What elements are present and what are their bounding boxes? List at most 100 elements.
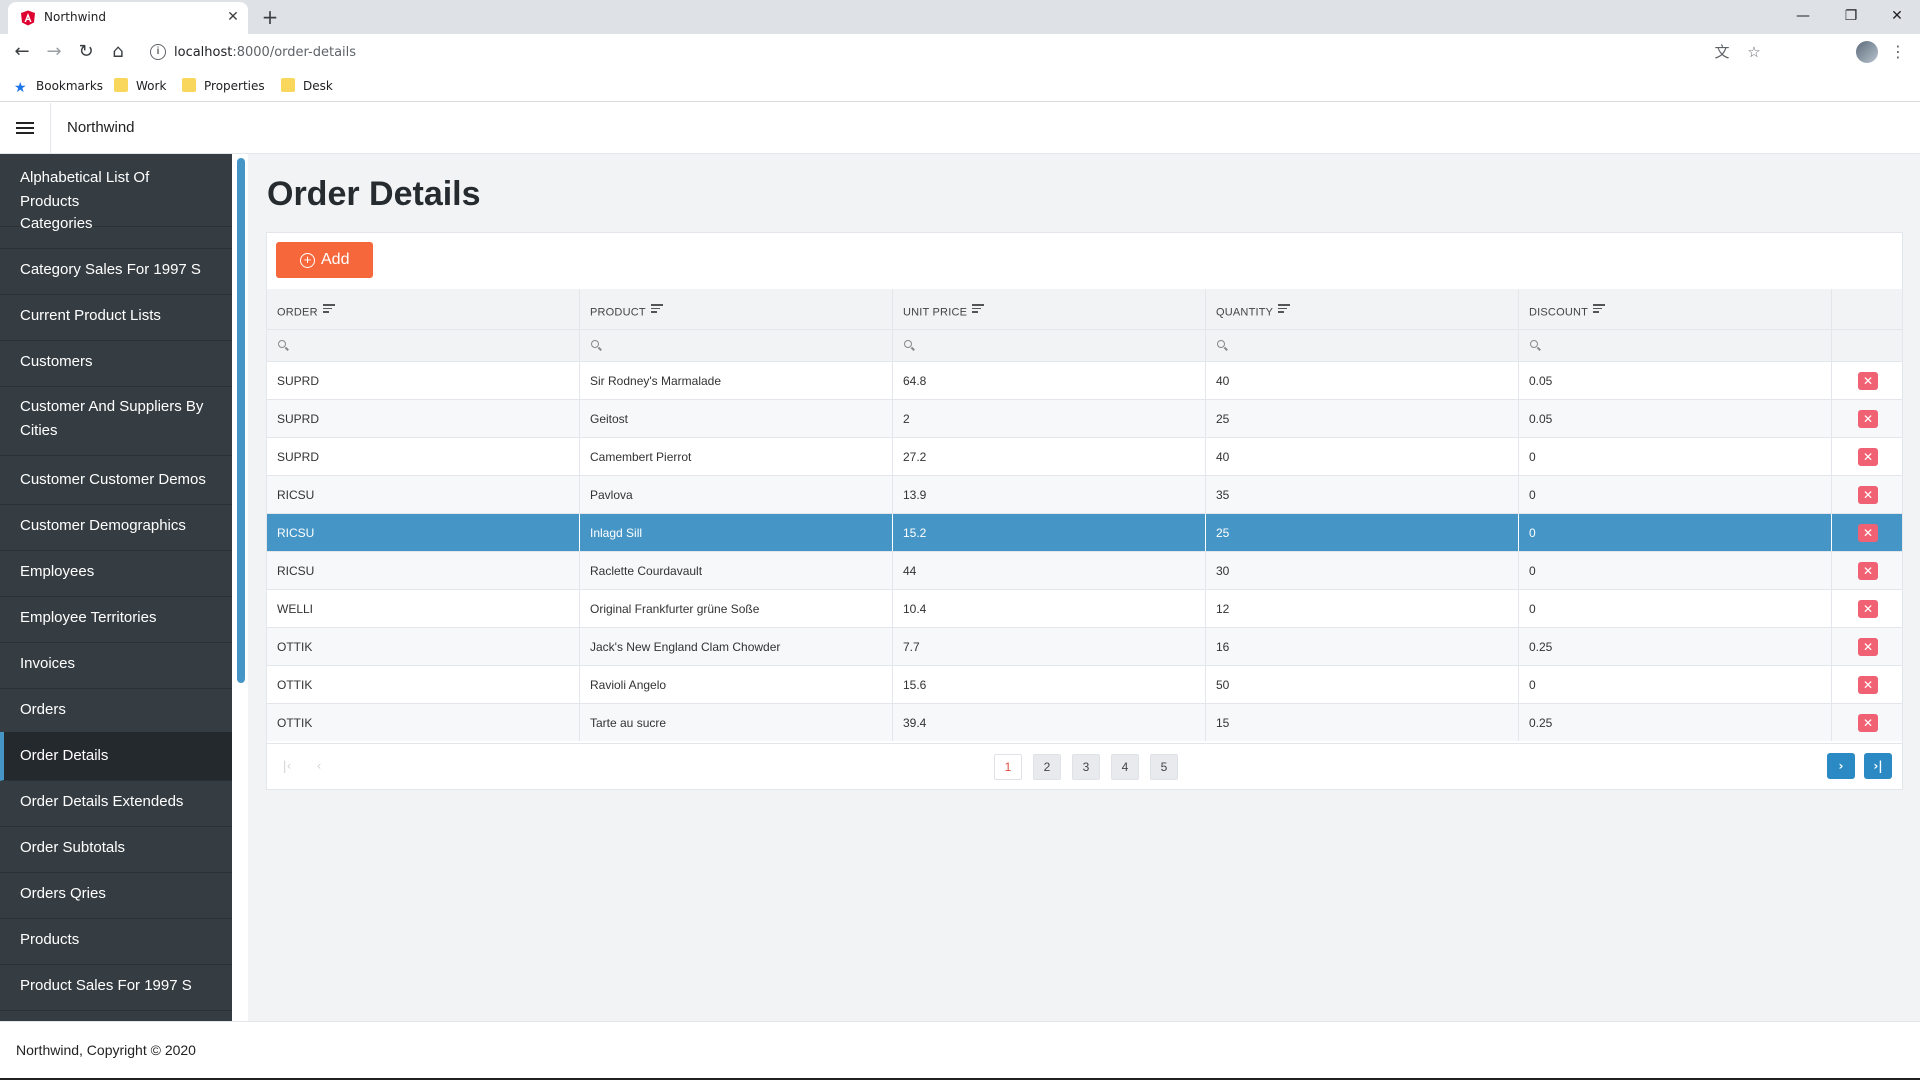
- sidebar-item[interactable]: Orders: [0, 686, 232, 735]
- sidebar-item[interactable]: Order Subtotals: [0, 824, 232, 873]
- browser-menu-icon[interactable]: ⋮: [1888, 40, 1908, 64]
- cell-unit-price[interactable]: 27.2: [893, 438, 1206, 475]
- cell-product[interactable]: Sir Rodney's Marmalade: [580, 362, 893, 399]
- cell-order[interactable]: OTTIK: [267, 666, 580, 703]
- address-bar[interactable]: i localhost:8000/order-details 文 ☆: [140, 38, 1780, 66]
- bookmark-star-icon[interactable]: ☆: [1744, 42, 1764, 62]
- cell-discount[interactable]: 0: [1519, 476, 1832, 513]
- cell-discount[interactable]: 0: [1519, 514, 1832, 551]
- cell-discount[interactable]: 0: [1519, 552, 1832, 589]
- cell-unit-price[interactable]: 44: [893, 552, 1206, 589]
- window-close-icon[interactable]: ✕: [1874, 4, 1920, 30]
- bookmark-properties[interactable]: Properties: [182, 78, 265, 94]
- sidebar-item[interactable]: Categories: [0, 200, 232, 249]
- tab-close-icon[interactable]: ✕: [224, 8, 242, 26]
- table-row[interactable]: RICSU Raclette Courdavault 44 30 0 ✕: [267, 551, 1902, 589]
- table-row[interactable]: RICSU Pavlova 13.9 35 0 ✕: [267, 475, 1902, 513]
- forward-icon[interactable]: →: [42, 40, 66, 64]
- table-row[interactable]: OTTIK Jack's New England Clam Chowder 7.7 1…: [267, 627, 1902, 665]
- cell-quantity[interactable]: 30: [1206, 552, 1519, 589]
- last-page-icon[interactable]: ›|: [1864, 753, 1892, 779]
- cell-quantity[interactable]: 50: [1206, 666, 1519, 703]
- home-icon[interactable]: ⌂: [106, 40, 130, 64]
- cell-discount[interactable]: 0: [1519, 438, 1832, 475]
- site-info-icon[interactable]: i: [150, 44, 166, 60]
- table-row[interactable]: SUPRD Sir Rodney's Marmalade 64.8 40 0.05 ✕: [267, 361, 1902, 399]
- sidebar-item[interactable]: Employee Territories: [0, 594, 232, 643]
- cell-discount[interactable]: 0: [1519, 590, 1832, 627]
- cell-unit-price[interactable]: 10.4: [893, 590, 1206, 627]
- sidebar-item[interactable]: Order Details Extendeds: [0, 778, 232, 827]
- delete-row-icon[interactable]: ✕: [1858, 410, 1878, 428]
- sidebar-item[interactable]: Customer And Suppliers By Cities: [0, 384, 232, 456]
- cell-discount[interactable]: 0.25: [1519, 628, 1832, 665]
- cell-unit-price[interactable]: 39.4: [893, 704, 1206, 741]
- page-button[interactable]: 5: [1150, 754, 1178, 780]
- delete-row-icon[interactable]: ✕: [1858, 562, 1878, 580]
- back-icon[interactable]: ←: [10, 40, 34, 64]
- minimize-icon[interactable]: —: [1780, 4, 1826, 30]
- prev-page-icon[interactable]: ‹: [307, 754, 331, 778]
- sort-icon[interactable]: [972, 304, 985, 315]
- sidebar-scrollbar[interactable]: [237, 158, 245, 683]
- bookmark-work[interactable]: Work: [114, 78, 166, 94]
- bookmark-desk[interactable]: Desk: [281, 78, 333, 94]
- cell-order[interactable]: SUPRD: [267, 438, 580, 475]
- cell-order[interactable]: SUPRD: [267, 362, 580, 399]
- filter-product[interactable]: [580, 329, 893, 361]
- cell-unit-price[interactable]: 64.8: [893, 362, 1206, 399]
- cell-product[interactable]: Inlagd Sill: [580, 514, 893, 551]
- table-row[interactable]: OTTIK Tarte au sucre 39.4 15 0.25 ✕: [267, 703, 1902, 741]
- cell-product[interactable]: Geitost: [580, 400, 893, 437]
- cell-order[interactable]: WELLI: [267, 590, 580, 627]
- cell-unit-price[interactable]: 15.6: [893, 666, 1206, 703]
- column-header-unit-price[interactable]: UNIT PRICE: [893, 289, 1206, 329]
- cell-quantity[interactable]: 25: [1206, 514, 1519, 551]
- cell-unit-price[interactable]: 2: [893, 400, 1206, 437]
- add-button[interactable]: + Add: [276, 242, 373, 278]
- sidebar-item[interactable]: Products: [0, 916, 232, 965]
- cell-quantity[interactable]: 40: [1206, 362, 1519, 399]
- cell-unit-price[interactable]: 13.9: [893, 476, 1206, 513]
- delete-row-icon[interactable]: ✕: [1858, 600, 1878, 618]
- delete-row-icon[interactable]: ✕: [1858, 714, 1878, 732]
- page-button[interactable]: 4: [1111, 754, 1139, 780]
- table-row[interactable]: SUPRD Camembert Pierrot 27.2 40 0 ✕: [267, 437, 1902, 475]
- delete-row-icon[interactable]: ✕: [1858, 372, 1878, 390]
- table-row[interactable]: SUPRD Geitost 2 25 0.05 ✕: [267, 399, 1902, 437]
- reload-icon[interactable]: ↻: [74, 40, 98, 64]
- column-header-product[interactable]: PRODUCT: [580, 289, 893, 329]
- sort-icon[interactable]: [650, 304, 663, 315]
- profile-avatar[interactable]: [1856, 41, 1878, 63]
- delete-row-icon[interactable]: ✕: [1858, 676, 1878, 694]
- cell-quantity[interactable]: 12: [1206, 590, 1519, 627]
- cell-unit-price[interactable]: 7.7: [893, 628, 1206, 665]
- sidebar-item[interactable]: Orders Qries: [0, 870, 232, 919]
- cell-product[interactable]: Original Frankfurter grüne Soße: [580, 590, 893, 627]
- page-button[interactable]: 2: [1033, 754, 1061, 780]
- page-button[interactable]: 1: [994, 754, 1022, 780]
- cell-quantity[interactable]: 25: [1206, 400, 1519, 437]
- new-tab-icon[interactable]: +: [258, 6, 282, 30]
- table-row-selected[interactable]: RICSU Inlagd Sill 15.2 25 0 ✕: [267, 513, 1902, 551]
- filter-order[interactable]: [267, 329, 580, 361]
- cell-order[interactable]: OTTIK: [267, 628, 580, 665]
- cell-quantity[interactable]: 15: [1206, 704, 1519, 741]
- cell-product[interactable]: Raclette Courdavault: [580, 552, 893, 589]
- column-header-quantity[interactable]: QUANTITY: [1206, 289, 1519, 329]
- bookmark-bookmarks[interactable]: ★ Bookmarks: [14, 78, 103, 95]
- cell-order[interactable]: RICSU: [267, 552, 580, 589]
- next-page-icon[interactable]: ›: [1827, 753, 1855, 779]
- sidebar-item[interactable]: Customer Demographics: [0, 502, 232, 551]
- cell-discount[interactable]: 0.25: [1519, 704, 1832, 741]
- sidebar-item[interactable]: Customer Customer Demos: [0, 456, 232, 505]
- cell-product[interactable]: Jack's New England Clam Chowder: [580, 628, 893, 665]
- cell-order[interactable]: RICSU: [267, 476, 580, 513]
- sidebar-item[interactable]: Current Product Lists: [0, 292, 232, 341]
- hamburger-menu-icon[interactable]: [0, 103, 51, 153]
- delete-row-icon[interactable]: ✕: [1858, 448, 1878, 466]
- table-row[interactable]: OTTIK Ravioli Angelo 15.6 50 0 ✕: [267, 665, 1902, 703]
- cell-product[interactable]: Tarte au sucre: [580, 704, 893, 741]
- delete-row-icon[interactable]: ✕: [1858, 638, 1878, 656]
- filter-quantity[interactable]: [1206, 329, 1519, 361]
